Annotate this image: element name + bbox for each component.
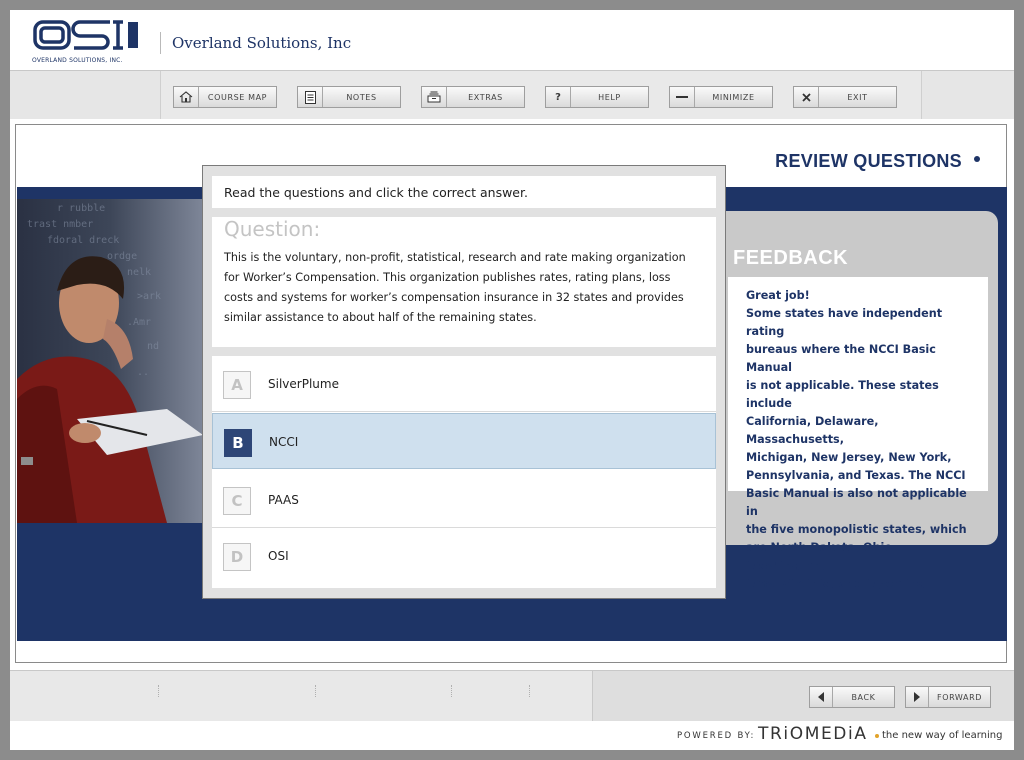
feedback-line: are North Dakota, Ohio, Washington, — [746, 541, 897, 572]
option-text: PAAS — [268, 493, 299, 507]
help-button[interactable]: ? HELP — [545, 86, 649, 108]
divider — [529, 685, 531, 697]
feedback-line: Basic Manual is also not applicable in — [746, 487, 967, 518]
app-frame: OVERLAND SOLUTIONS, INC. Overland Soluti… — [10, 10, 1014, 750]
businessman-photo: r rubble trast nmber fdoral dreck ordge … — [17, 199, 203, 523]
notes-button[interactable]: NOTES — [297, 86, 401, 108]
option-letter: C — [223, 487, 251, 515]
option-text: SilverPlume — [268, 377, 339, 391]
answer-option-a[interactable]: A SilverPlume — [212, 356, 716, 412]
chevron-right-icon — [906, 687, 929, 707]
toolbar-buttons: COURSE MAP NOTES EXTRAS ? HELP MINIMIZE … — [160, 71, 922, 119]
feedback-line: California, Delaware, Massachusetts, — [746, 415, 879, 446]
forward-button[interactable]: FORWARD — [905, 686, 991, 708]
instruction-text: Read the questions and click the correct… — [224, 185, 528, 200]
feedback-line: Great job! — [746, 289, 810, 302]
home-icon — [174, 87, 199, 107]
instruction-box: Read the questions and click the correct… — [212, 176, 716, 208]
title-bullet-icon — [974, 156, 980, 162]
svg-text:fdoral dreck: fdoral dreck — [47, 235, 119, 246]
chevron-left-icon — [810, 687, 833, 707]
back-label: BACK — [851, 692, 876, 702]
svg-text:.Amr: .Amr — [127, 317, 151, 328]
feedback-line: bureaus where the NCCI Basic Manual — [746, 343, 936, 374]
feedback-title: FEEDBACK — [733, 247, 849, 269]
tagline: the new way of learning — [882, 730, 1003, 741]
extras-icon — [422, 87, 447, 107]
question-modal: Read the questions and click the correct… — [202, 165, 726, 599]
svg-text:ordge: ordge — [107, 251, 137, 262]
header: OVERLAND SOLUTIONS, INC. Overland Soluti… — [10, 10, 1014, 70]
feedback-line: the five monopolistic states, which — [746, 523, 967, 536]
divider — [158, 685, 160, 697]
bottom-nav: BACK FORWARD — [10, 670, 1014, 721]
exit-label: EXIT — [847, 92, 868, 102]
exit-button[interactable]: EXIT — [793, 86, 897, 108]
svg-text:..: .. — [137, 367, 149, 378]
option-text: OSI — [268, 549, 289, 563]
minimize-button[interactable]: MINIMIZE — [669, 86, 773, 108]
extras-button[interactable]: EXTRAS — [421, 86, 525, 108]
option-text: NCCI — [269, 435, 299, 449]
svg-text:>ark: >ark — [137, 291, 161, 302]
course-map-label: COURSE MAP — [207, 92, 268, 102]
powered-by-label: POWERED BY: — [677, 731, 756, 741]
option-letter: B — [224, 429, 252, 457]
minimize-icon — [670, 87, 695, 107]
logo-subtext: OVERLAND SOLUTIONS, INC. — [32, 57, 123, 64]
feedback-box: Great job! Some states have independent … — [728, 277, 988, 590]
help-icon: ? — [546, 87, 571, 107]
triomedia-logo: TRiOMEDiA — [758, 724, 868, 744]
question-box: Question: This is the voluntary, non-pro… — [212, 217, 716, 347]
question-heading: Question: — [224, 217, 321, 241]
answer-option-d[interactable]: D OSI — [212, 528, 716, 584]
svg-text:nd: nd — [147, 341, 159, 352]
divider — [451, 685, 453, 697]
feedback-line: Some states have independent rating — [746, 307, 943, 338]
nav-buttons: BACK FORWARD — [592, 671, 1014, 721]
question-text: This is the voluntary, non-profit, stati… — [224, 251, 686, 324]
help-label: HELP — [598, 92, 621, 102]
feedback-line: is not applicable. These states include — [746, 379, 939, 410]
notes-icon — [298, 87, 323, 107]
page-title: REVIEW QUESTIONS — [775, 151, 962, 171]
minimize-label: MINIMIZE — [712, 92, 755, 102]
back-button[interactable]: BACK — [809, 686, 895, 708]
divider — [160, 32, 161, 54]
extras-label: EXTRAS — [468, 92, 503, 102]
option-letter: A — [223, 371, 251, 399]
svg-text:r rubble: r rubble — [57, 203, 105, 214]
close-icon — [794, 87, 819, 107]
svg-text:trast nmber: trast nmber — [27, 219, 93, 230]
feedback-line: West Virginia, and Wyoming. — [746, 577, 930, 590]
answer-option-c[interactable]: C PAAS — [212, 472, 716, 528]
footer: POWERED BY: TRiOMEDiA the new way of lea… — [10, 721, 1014, 750]
toolbar: COURSE MAP NOTES EXTRAS ? HELP MINIMIZE … — [10, 70, 1014, 119]
company-name: Overland Solutions, Inc — [172, 34, 352, 52]
divider — [315, 685, 317, 697]
answer-options: A SilverPlume B NCCI C PAAS D OSI — [212, 356, 716, 588]
course-map-button[interactable]: COURSE MAP — [173, 86, 277, 108]
notes-label: NOTES — [346, 92, 377, 102]
option-letter: D — [223, 543, 251, 571]
feedback-line: Michigan, New Jersey, New York, — [746, 451, 952, 464]
svg-text:nelk: nelk — [127, 267, 151, 278]
answer-option-b[interactable]: B NCCI — [212, 413, 716, 469]
feedback-line: Pennsylvania, and Texas. The NCCI — [746, 469, 966, 482]
forward-label: FORWARD — [937, 692, 982, 702]
brand-dot-icon — [875, 734, 879, 738]
feedback-text: Great job! Some states have independent … — [746, 287, 976, 593]
